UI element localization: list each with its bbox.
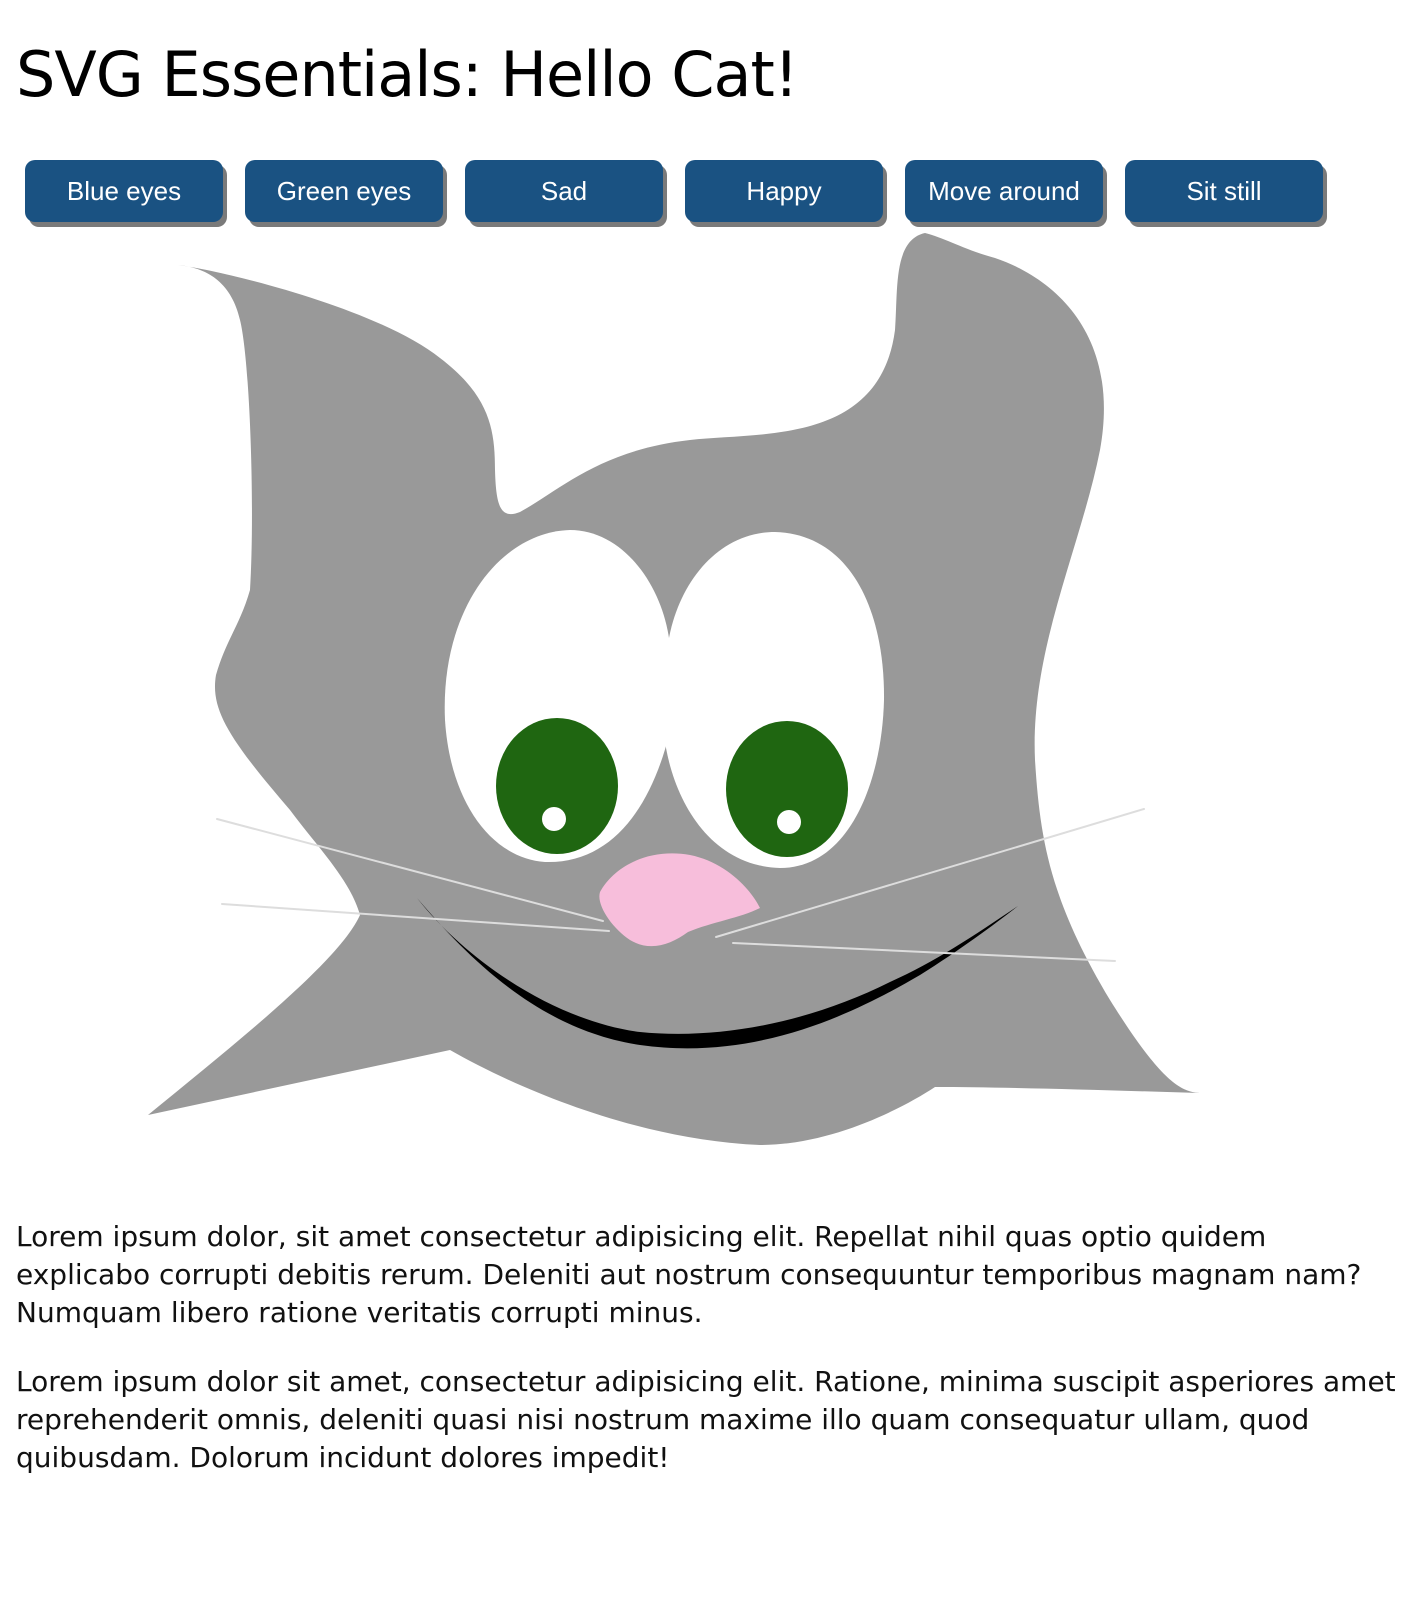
- cat-svg: [148, 233, 1200, 1145]
- paragraph-2: Lorem ipsum dolor sit amet, consectetur …: [16, 1365, 1396, 1474]
- right-pupil-highlight: [777, 810, 801, 834]
- happy-button[interactable]: Happy: [685, 160, 883, 222]
- cat-controls-toolbar: Blue eyes Green eyes Sad Happy Move arou…: [25, 160, 1405, 228]
- left-iris: [496, 718, 618, 854]
- paragraph-1: Lorem ipsum dolor, sit amet consectetur …: [16, 1220, 1362, 1329]
- sit-still-button[interactable]: Sit still: [1125, 160, 1323, 222]
- green-eyes-button[interactable]: Green eyes: [245, 160, 443, 222]
- body-text: Lorem ipsum dolor, sit amet consectetur …: [16, 1218, 1406, 1508]
- blue-eyes-button[interactable]: Blue eyes: [25, 160, 223, 222]
- page-title: SVG Essentials: Hello Cat!: [16, 38, 799, 111]
- page: SVG Essentials: Hello Cat! Blue eyes Gre…: [0, 0, 1426, 1624]
- cat-drawing: [0, 228, 1426, 1168]
- left-pupil-highlight: [542, 807, 566, 831]
- move-around-button[interactable]: Move around: [905, 160, 1103, 222]
- right-iris: [726, 721, 848, 857]
- sad-button[interactable]: Sad: [465, 160, 663, 222]
